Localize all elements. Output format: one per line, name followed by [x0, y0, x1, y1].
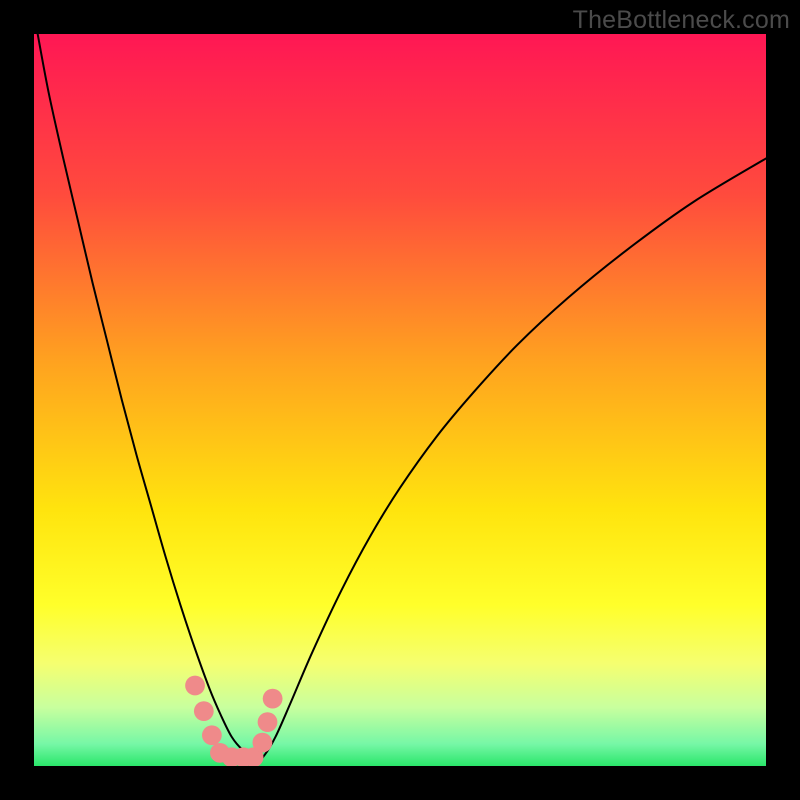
marker-dot	[185, 676, 205, 696]
watermark-text: TheBottleneck.com	[573, 6, 790, 35]
marker-dot	[202, 725, 222, 745]
gradient-background	[34, 34, 766, 766]
chart-frame: TheBottleneck.com	[0, 0, 800, 800]
chart-svg	[34, 34, 766, 766]
marker-dot	[253, 733, 273, 753]
marker-dot	[263, 689, 283, 709]
marker-dot	[194, 701, 214, 721]
marker-dot	[258, 712, 278, 732]
plot-area	[34, 34, 766, 766]
